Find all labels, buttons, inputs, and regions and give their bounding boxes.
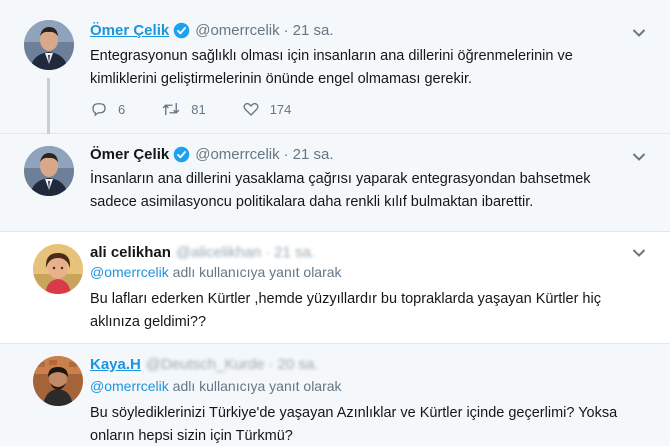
tweet-header: Kaya.H @Deutsch_Kurde · 20 sa. bbox=[90, 356, 318, 373]
tweet-text-line: kimliklerini geliştirmelerinin önünde en… bbox=[90, 71, 472, 87]
reply-context: @omerrcelik adlı kullanıcıya yanıt olara… bbox=[90, 264, 342, 280]
tweet-text-line: Bu lafları ederken Kürtler ,hemde yüzyıl… bbox=[90, 291, 601, 307]
tweet-header: Ömer Çelik @omerrcelik · 21 sa. bbox=[90, 146, 334, 163]
timestamp[interactable]: 20 sa. bbox=[277, 356, 318, 373]
author-name[interactable]: Ömer Çelik bbox=[90, 22, 169, 39]
tweet-actions: 6 81 174 bbox=[90, 100, 327, 118]
avatar[interactable] bbox=[33, 356, 83, 406]
thread-line bbox=[47, 78, 50, 134]
avatar[interactable] bbox=[24, 146, 74, 196]
reply-context-text: adlı kullanıcıya yanıt olarak bbox=[172, 378, 342, 394]
tweet-text: Entegrasyonun sağlıklı olması için insan… bbox=[90, 45, 630, 91]
tweet-text-line: Bu söylediklerinizi Türkiye'de yaşayan A… bbox=[90, 405, 618, 421]
tweet-text: Bu lafları ederken Kürtler ,hemde yüzyıl… bbox=[90, 288, 630, 334]
tweet-text-line: sadece asimilasyoncu politikalara daha r… bbox=[90, 194, 534, 210]
author-handle[interactable]: @omerrcelik bbox=[195, 146, 279, 163]
tweet-text: İnsanların ana dillerini yasaklama çağrı… bbox=[90, 168, 630, 214]
reply-button[interactable]: 6 bbox=[90, 100, 125, 118]
reply-context-text: adlı kullanıcıya yanıt olarak bbox=[172, 264, 342, 280]
timestamp[interactable]: 21 sa. bbox=[293, 22, 334, 39]
timestamp[interactable]: 21 sa. bbox=[274, 244, 315, 261]
chevron-down-icon[interactable] bbox=[632, 152, 646, 162]
retweet-button[interactable]: 81 bbox=[161, 100, 206, 118]
separator: · bbox=[283, 22, 289, 39]
tweet-4[interactable]: Kaya.H @Deutsch_Kurde · 20 sa. @omerrcel… bbox=[0, 344, 670, 446]
timestamp[interactable]: 21 sa. bbox=[293, 146, 334, 163]
tweet-1[interactable]: Ömer Çelik @omerrcelik · 21 sa. Entegras… bbox=[0, 0, 670, 134]
like-count: 174 bbox=[269, 101, 292, 117]
avatar[interactable] bbox=[24, 20, 74, 70]
reply-count: 6 bbox=[118, 101, 126, 117]
tweet-header: ali celikhan @alicelikhan · 21 sa. bbox=[90, 244, 315, 261]
verified-badge-icon bbox=[173, 22, 190, 39]
tweet-text-line: onların hepsi sizin için Türkmü? bbox=[90, 428, 293, 444]
tweet-2[interactable]: Ömer Çelik @omerrcelik · 21 sa. İnsanlar… bbox=[0, 134, 670, 232]
tweet-text-line: Entegrasyonun sağlıklı olması için insan… bbox=[90, 48, 573, 64]
reply-icon bbox=[92, 103, 106, 117]
author-name[interactable]: Ömer Çelik bbox=[90, 146, 169, 163]
author-name[interactable]: Kaya.H bbox=[90, 356, 141, 373]
author-handle[interactable]: @omerrcelik bbox=[195, 22, 279, 39]
separator: · bbox=[268, 356, 274, 373]
chevron-down-icon[interactable] bbox=[632, 248, 646, 258]
author-handle[interactable]: @alicelikhan bbox=[176, 244, 261, 261]
author-handle[interactable]: @Deutsch_Kurde bbox=[146, 356, 265, 373]
author-name[interactable]: ali celikhan bbox=[90, 244, 171, 261]
tweet-3[interactable]: ali celikhan @alicelikhan · 21 sa. @omer… bbox=[0, 232, 670, 344]
tweet-text-line: aklınıza geldimi?? bbox=[90, 314, 207, 330]
retweet-count: 81 bbox=[191, 101, 206, 117]
reply-mention-link[interactable]: @omerrcelik bbox=[90, 264, 169, 280]
separator: · bbox=[265, 244, 271, 261]
separator: · bbox=[283, 146, 289, 163]
reply-mention-link[interactable]: @omerrcelik bbox=[90, 378, 169, 394]
tweet-header: Ömer Çelik @omerrcelik · 21 sa. bbox=[90, 22, 334, 39]
tweet-text: Bu söylediklerinizi Türkiye'de yaşayan A… bbox=[90, 402, 630, 448]
avatar[interactable] bbox=[33, 244, 83, 294]
retweet-icon bbox=[162, 103, 180, 115]
like-icon bbox=[243, 102, 259, 116]
chevron-down-icon[interactable] bbox=[632, 28, 646, 38]
verified-badge-icon bbox=[173, 146, 190, 163]
like-button[interactable]: 174 bbox=[242, 100, 292, 118]
reply-context: @omerrcelik adlı kullanıcıya yanıt olara… bbox=[90, 378, 342, 394]
tweet-text-line: İnsanların ana dillerini yasaklama çağrı… bbox=[90, 171, 591, 187]
